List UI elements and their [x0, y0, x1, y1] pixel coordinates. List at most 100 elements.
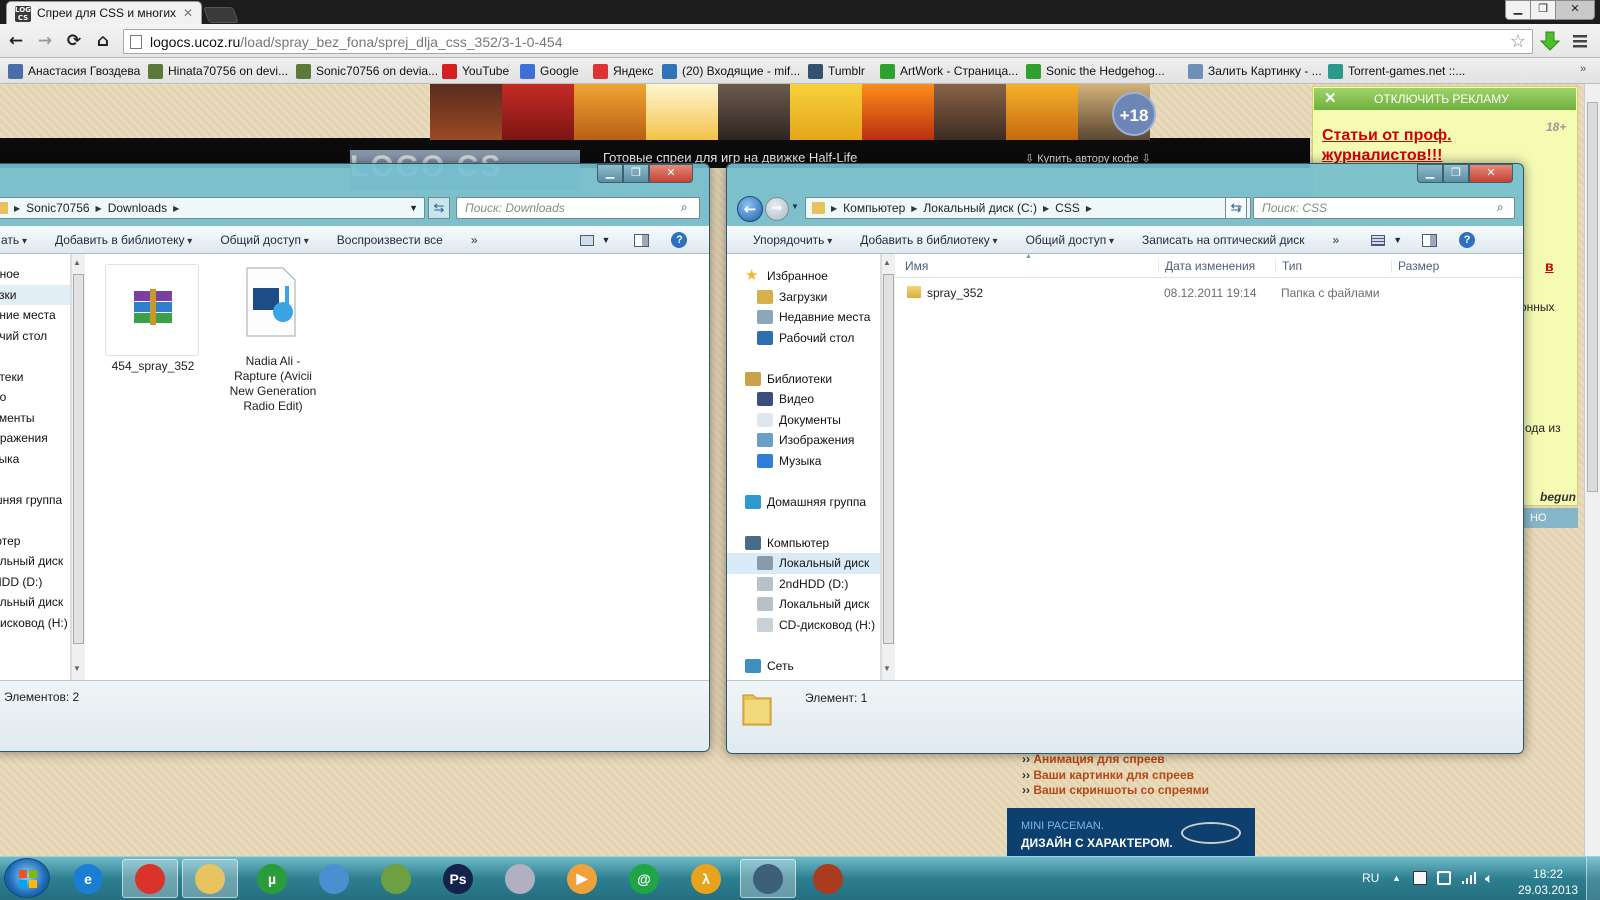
- scrollbar-thumb[interactable]: [73, 274, 84, 644]
- start-button[interactable]: [4, 858, 50, 898]
- bookmark-item[interactable]: Анастасия Гвоздева: [8, 62, 140, 80]
- browser-tab[interactable]: LOGO CS Спреи для CSS и многих ✕: [6, 1, 202, 24]
- close-button[interactable]: ✕: [1555, 0, 1595, 20]
- sidebar-item[interactable]: ютер: [0, 531, 70, 552]
- sidebar-item[interactable]: ументы: [0, 408, 70, 429]
- sidebar-item[interactable]: бражения: [0, 428, 70, 449]
- tab-close-icon[interactable]: ✕: [183, 6, 193, 20]
- sidebar-item[interactable]: очий стол: [0, 326, 70, 347]
- bookmark-item[interactable]: (20) Входящие - mif...: [662, 62, 800, 80]
- sidebar-item[interactable]: HDD (D:): [0, 572, 70, 593]
- sidebar-item[interactable]: зыка: [0, 449, 70, 470]
- organize-menu[interactable]: Упорядочить: [753, 233, 832, 247]
- explorer-window-css[interactable]: ▁ ❐ ✕ ← → ▼ ▶ Компьютер ▶ Локальный диск…: [726, 163, 1524, 754]
- bookmark-item[interactable]: Залить Картинку - ...: [1188, 62, 1322, 80]
- column-size[interactable]: Размер: [1391, 259, 1439, 273]
- bookmarks-overflow-icon[interactable]: »: [1580, 63, 1586, 75]
- device-icon[interactable]: [1437, 871, 1451, 885]
- column-date[interactable]: Дата изменения: [1158, 259, 1255, 273]
- bookmark-item[interactable]: Tumblr: [808, 62, 865, 80]
- taskbar-button[interactable]: [122, 859, 178, 898]
- bookmark-item[interactable]: Torrent-games.net ::...: [1328, 62, 1465, 80]
- sidebar-item[interactable]: отеки: [0, 367, 70, 388]
- sidebar-item[interactable]: вние места: [0, 305, 70, 326]
- sidebar-item[interactable]: ★ Избранное: [727, 266, 880, 287]
- scrollbar-thumb[interactable]: [1587, 102, 1598, 492]
- sidebar-item[interactable]: Изображения: [727, 430, 880, 451]
- nav-scrollbar[interactable]: ▲ ▼: [881, 254, 895, 680]
- back-icon[interactable]: ←: [5, 30, 27, 52]
- preview-pane-icon[interactable]: [634, 233, 650, 247]
- ad-network-label[interactable]: begun: [1540, 490, 1576, 504]
- taskbar-button[interactable]: [368, 859, 424, 898]
- ad-text-fragment[interactable]: в: [1545, 258, 1554, 274]
- site-link[interactable]: ›› Ваши скриншоты со спреями: [1022, 783, 1209, 799]
- bookmark-item[interactable]: Hinata70756 on devi...: [148, 62, 288, 80]
- reload-icon[interactable]: ⟳: [63, 30, 85, 52]
- maximize-button[interactable]: ❐: [1443, 164, 1469, 183]
- search-icon[interactable]: ⌕: [1497, 200, 1504, 215]
- search-input[interactable]: Поиск: Downloads: [456, 197, 700, 219]
- site-link[interactable]: ›› Ваши картинки для спреев: [1022, 768, 1209, 784]
- maximize-button[interactable]: ❐: [623, 164, 649, 183]
- sidebar-item[interactable]: Рабочий стол: [727, 328, 880, 349]
- bookmark-item[interactable]: YouTube: [442, 62, 509, 80]
- sidebar-item[interactable]: нное: [0, 264, 70, 285]
- bookmark-item[interactable]: Sonic the Hedgehog...: [1026, 62, 1165, 80]
- play-all-button[interactable]: Воспроизвести все: [337, 233, 443, 247]
- new-tab-button[interactable]: [203, 7, 239, 23]
- sidebar-item[interactable]: CD-дисковод (H:): [727, 615, 880, 636]
- show-desktop-button[interactable]: [1586, 857, 1600, 900]
- minimize-button[interactable]: ▁: [597, 164, 623, 183]
- address-bar[interactable]: logocs.ucoz.ru/load/spray_bez_fona/sprej…: [123, 29, 1533, 54]
- scroll-up-icon[interactable]: ▲: [73, 258, 81, 267]
- maximize-button[interactable]: ❐: [1530, 0, 1556, 20]
- sidebar-item[interactable]: Домашняя группа: [727, 492, 880, 513]
- volume-icon[interactable]: 🔈︎: [1485, 870, 1493, 887]
- organize-menu[interactable]: ать: [1, 233, 27, 247]
- column-type[interactable]: Тип: [1275, 259, 1302, 273]
- file-item[interactable]: 454_spray_352: [105, 264, 199, 373]
- scrollbar-thumb[interactable]: [883, 274, 894, 644]
- breadcrumb-item[interactable]: Sonic70756: [26, 201, 89, 215]
- sidebar-item[interactable]: Библиотеки: [727, 369, 880, 390]
- sidebar-item[interactable]: Видео: [727, 389, 880, 410]
- taskbar-button[interactable]: ▶: [554, 859, 610, 898]
- recent-pages-dropdown-icon[interactable]: ▼: [791, 202, 799, 211]
- nav-scrollbar[interactable]: ▲ ▼: [71, 254, 85, 680]
- add-to-library-menu[interactable]: Добавить в библиотеку: [55, 233, 192, 247]
- view-icon[interactable]: [579, 234, 594, 246]
- forward-icon[interactable]: →: [34, 30, 56, 52]
- refresh-icon[interactable]: ⇆: [428, 197, 450, 219]
- sidebar-item[interactable]: Недавние места: [727, 307, 880, 328]
- sidebar-item[interactable]: узки: [0, 284, 70, 305]
- help-icon[interactable]: ?: [671, 232, 688, 248]
- bookmark-item[interactable]: Google: [520, 62, 579, 80]
- taskbar-button[interactable]: Ps: [430, 859, 486, 898]
- address-breadcrumb[interactable]: ▶ Компьютер ▶ Локальный диск (C:) ▶ CSS …: [805, 197, 1251, 219]
- bookmark-item[interactable]: ArtWork - Страница...: [880, 62, 1018, 80]
- bookmark-item[interactable]: Яндекс: [593, 62, 653, 80]
- page-scrollbar[interactable]: [1584, 84, 1600, 856]
- clock[interactable]: 18:22 29.03.2013: [1518, 866, 1578, 898]
- add-to-library-menu[interactable]: Добавить в библиотеку: [860, 233, 997, 247]
- sidebar-item[interactable]: Сеть: [727, 656, 880, 677]
- action-center-flag-icon[interactable]: [1413, 871, 1427, 885]
- sidebar-item[interactable]: дисковод (H:): [0, 613, 70, 634]
- breadcrumb-item[interactable]: Локальный диск (C:): [923, 201, 1037, 215]
- ad-link[interactable]: Статьи от проф. журналистов!!!: [1322, 126, 1522, 166]
- more-commands-button[interactable]: »: [471, 233, 478, 247]
- search-input[interactable]: Поиск: CSS: [1253, 197, 1515, 219]
- menu-icon[interactable]: [1572, 33, 1588, 49]
- scroll-down-icon[interactable]: ▼: [883, 664, 891, 673]
- close-button[interactable]: ✕: [1469, 164, 1513, 183]
- taskbar-button[interactable]: µ: [244, 859, 300, 898]
- sidebar-item[interactable]: Локальный диск: [727, 553, 880, 574]
- breadcrumb-item[interactable]: Компьютер: [843, 201, 905, 215]
- taskbar-button[interactable]: [740, 859, 796, 898]
- mini-banner-ad[interactable]: MINI PACEMAN. ДИЗАЙН С ХАРАКТЕРОМ.: [1007, 808, 1255, 860]
- share-menu[interactable]: Общий доступ: [220, 233, 308, 247]
- breadcrumb-item[interactable]: Downloads: [108, 201, 167, 215]
- breadcrumb-item[interactable]: CSS: [1055, 201, 1080, 215]
- back-icon[interactable]: ←: [737, 196, 763, 222]
